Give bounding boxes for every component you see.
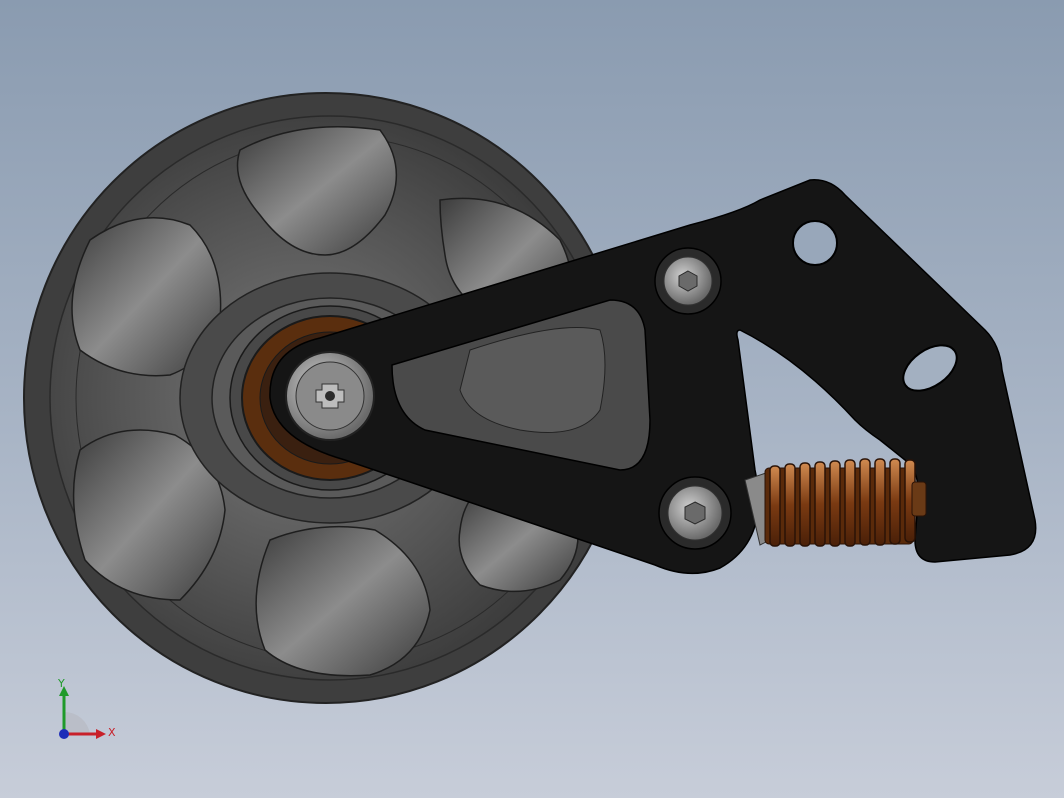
upper-bolt[interactable] [654,247,722,315]
z-axis-dot [59,729,69,739]
lower-bolt[interactable] [658,476,732,550]
coordinate-triad: Y X [57,677,116,739]
tension-spring[interactable] [744,458,927,547]
hex-socket-icon [678,270,698,292]
y-axis-label: Y [57,677,65,690]
mount-hole-top [792,220,838,266]
hex-socket-icon [684,501,706,525]
x-axis-label: X [108,726,116,739]
cad-model[interactable] [0,0,1064,798]
center-screw[interactable] [285,351,375,441]
graphics-viewport[interactable]: Y X [0,0,1064,798]
